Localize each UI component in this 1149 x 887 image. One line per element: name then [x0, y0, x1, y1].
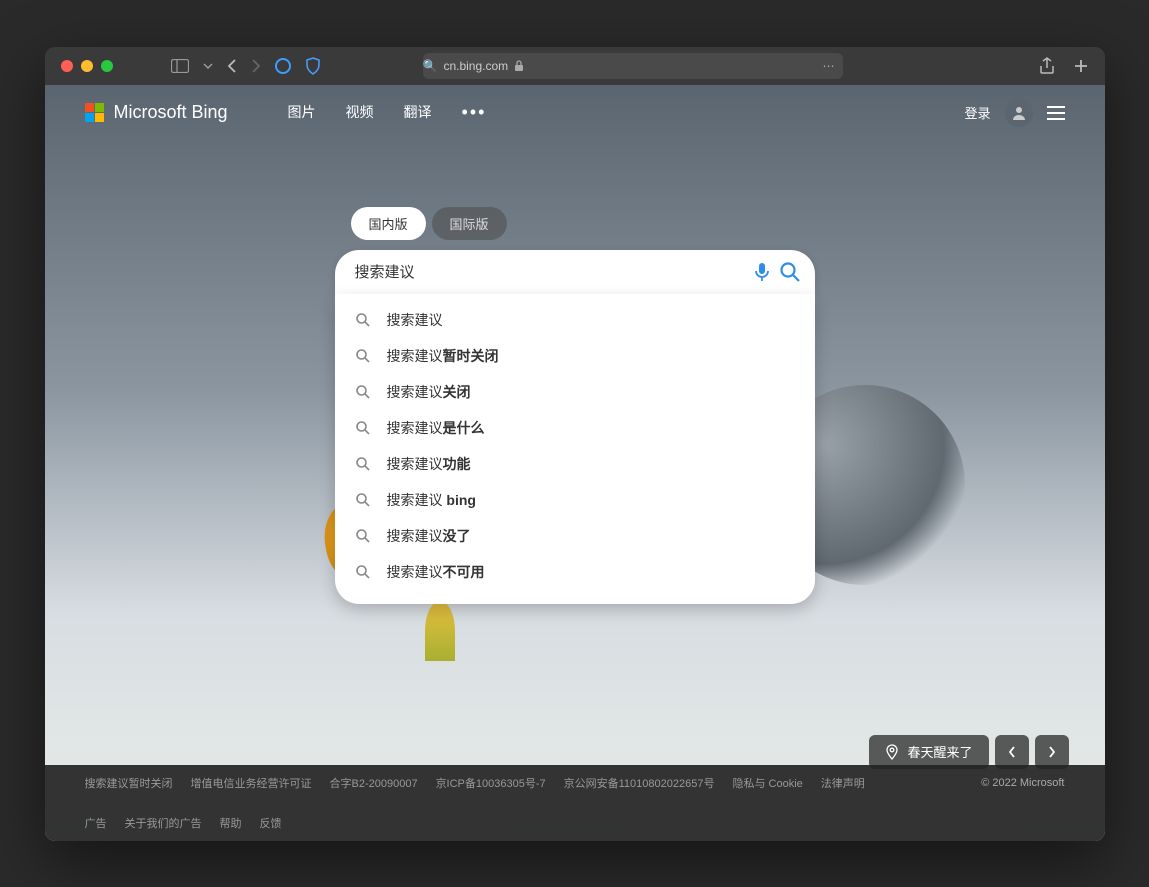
suggestion-text: 搜索建议 bing	[387, 490, 476, 510]
suggestion-text: 搜索建议功能	[387, 454, 471, 474]
suggestion-item[interactable]: 搜索建议暂时关闭	[335, 338, 815, 374]
footer-link[interactable]: 广告	[85, 815, 107, 831]
suggestion-item[interactable]: 搜索建议关闭	[335, 374, 815, 410]
maximize-window-button[interactable]	[101, 60, 113, 72]
search-box	[335, 250, 815, 294]
shield-icon[interactable]	[305, 57, 321, 75]
site-icon: 🔍	[423, 59, 438, 73]
tab-domestic[interactable]: 国内版	[351, 207, 426, 240]
suggestion-item[interactable]: 搜索建议功能	[335, 446, 815, 482]
footer-link[interactable]: 增值电信业务经营许可证	[191, 775, 312, 791]
footer-link[interactable]: 法律声明	[821, 775, 865, 791]
privacy-circle-icon[interactable]	[275, 58, 291, 74]
lock-icon	[514, 60, 524, 72]
suggestion-text: 搜索建议没了	[387, 526, 471, 546]
url-text: cn.bing.com	[443, 59, 508, 73]
search-icon	[355, 492, 371, 508]
back-button[interactable]	[227, 58, 237, 74]
suggestion-item[interactable]: 搜索建议	[335, 302, 815, 338]
suggestion-item[interactable]: 搜索建议 bing	[335, 482, 815, 518]
login-link[interactable]: 登录	[964, 103, 990, 122]
footer-link[interactable]: 京ICP备10036305号-7	[436, 775, 546, 791]
footer-link[interactable]: 合字B2-20090007	[330, 775, 418, 791]
footer-link[interactable]: 反馈	[260, 815, 282, 831]
search-input[interactable]	[355, 263, 745, 280]
bing-header: Microsoft Bing 图片 视频 翻译 ••• 登录	[45, 85, 1105, 141]
suggestion-item[interactable]: 搜索建议没了	[335, 518, 815, 554]
search-icon	[355, 312, 371, 328]
chevron-down-icon[interactable]	[203, 63, 213, 69]
nav-translate[interactable]: 翻译	[404, 102, 432, 123]
close-window-button[interactable]	[61, 60, 73, 72]
mic-icon[interactable]	[753, 261, 771, 283]
prev-image-button[interactable]	[995, 735, 1029, 769]
search-icon	[355, 348, 371, 364]
forward-button[interactable]	[251, 58, 261, 74]
suggestion-text: 搜索建议	[387, 310, 443, 330]
image-info-button[interactable]: 春天醒来了	[869, 735, 988, 769]
footer-link[interactable]: 京公网安备11010802022657号	[564, 775, 715, 791]
hamburger-menu-icon[interactable]	[1047, 106, 1065, 120]
nav-videos[interactable]: 视频	[346, 102, 374, 123]
tab-international[interactable]: 国际版	[432, 207, 507, 240]
suggestion-text: 搜索建议关闭	[387, 382, 471, 402]
suggestion-item[interactable]: 搜索建议是什么	[335, 410, 815, 446]
location-icon	[885, 744, 899, 760]
search-icon	[355, 528, 371, 544]
footer-link[interactable]: 帮助	[220, 815, 242, 831]
search-icon[interactable]	[779, 261, 801, 283]
bing-logo[interactable]: Microsoft Bing	[85, 102, 228, 123]
suggestion-text: 搜索建议暂时关闭	[387, 346, 499, 366]
suggestion-item[interactable]: 搜索建议不可用	[335, 554, 815, 590]
more-url-icon[interactable]: ⋯	[823, 59, 835, 73]
nav-images[interactable]: 图片	[288, 102, 316, 123]
footer-link[interactable]: 关于我们的广告	[125, 815, 202, 831]
sidebar-toggle-icon[interactable]	[171, 59, 189, 73]
copyright: © 2022 Microsoft	[981, 777, 1064, 789]
url-bar[interactable]: 🔍 cn.bing.com ⋯	[423, 53, 843, 79]
avatar[interactable]	[1005, 99, 1033, 127]
image-caption: 春天醒来了	[907, 742, 972, 761]
suggestions-dropdown: 搜索建议搜索建议暂时关闭搜索建议关闭搜索建议是什么搜索建议功能搜索建议 bing…	[335, 294, 815, 604]
footer-link[interactable]: 搜索建议暂时关闭	[85, 775, 173, 791]
logo-text: Microsoft Bing	[114, 102, 228, 123]
nav-more-icon[interactable]: •••	[462, 102, 487, 123]
microsoft-logo-icon	[85, 103, 104, 122]
new-tab-icon[interactable]	[1073, 58, 1089, 74]
page-content: Microsoft Bing 图片 视频 翻译 ••• 登录 国内版	[45, 85, 1105, 841]
search-icon	[355, 456, 371, 472]
titlebar: 🔍 cn.bing.com ⋯	[45, 47, 1105, 85]
search-area: 国内版 国际版 搜索建议搜索建议暂时关闭搜索建议关闭搜索建议是什么搜索建议功能搜…	[335, 207, 815, 604]
suggestion-text: 搜索建议是什么	[387, 418, 485, 438]
search-icon	[355, 420, 371, 436]
share-icon[interactable]	[1039, 57, 1055, 75]
minimize-window-button[interactable]	[81, 60, 93, 72]
suggestion-text: 搜索建议不可用	[387, 562, 485, 582]
traffic-lights	[61, 60, 113, 72]
footer-link[interactable]: 隐私与 Cookie	[732, 775, 802, 791]
next-image-button[interactable]	[1035, 735, 1069, 769]
footer: 搜索建议暂时关闭 增值电信业务经营许可证 合字B2-20090007 京ICP备100…	[45, 765, 1105, 841]
search-icon	[355, 384, 371, 400]
search-icon	[355, 564, 371, 580]
